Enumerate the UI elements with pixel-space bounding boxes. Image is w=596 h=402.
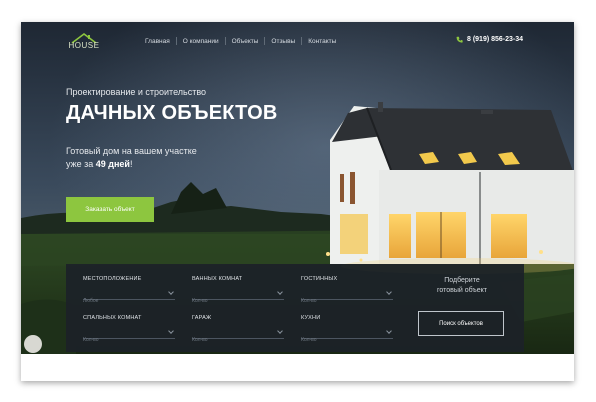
tagline-prefix: уже за: [66, 159, 96, 169]
nav-item-contacts[interactable]: Контакты: [302, 38, 342, 45]
filter-label: ГАРАЖ: [192, 315, 212, 321]
chevron-down-icon: [386, 289, 392, 295]
filter-label: ГОСТИННЫХ: [301, 276, 338, 282]
hero-subtitle: Проектирование и строительство: [66, 87, 207, 97]
select-value: Кол-во: [301, 298, 317, 304]
landing-page: HOUSE Главная О компании Объекты Отзывы …: [21, 22, 574, 381]
phone-link[interactable]: 8 (919) 856-23-34: [456, 36, 523, 43]
filter-living-rooms: ГОСТИННЫХ Кол-во: [301, 276, 393, 304]
filter-label: КУХНИ: [301, 315, 321, 321]
filter-location: МЕСТОПОЛОЖЕНИЕ Любое: [83, 276, 175, 304]
search-objects-button[interactable]: Поиск объектов: [418, 311, 504, 336]
phone-number: 8 (919) 856-23-34: [467, 36, 524, 43]
logo[interactable]: HOUSE: [66, 32, 102, 52]
filter-label: МЕСТОПОЛОЖЕНИЕ: [83, 276, 142, 282]
select-value: Кол-во: [192, 298, 208, 304]
bedrooms-select[interactable]: Кол-во: [83, 328, 175, 343]
nav-item-about[interactable]: О компании: [177, 38, 225, 45]
search-filter-panel: МЕСТОПОЛОЖЕНИЕ Любое ВАННЫХ КОМНАТ Кол-в…: [66, 264, 524, 352]
nav-item-reviews[interactable]: Отзывы: [265, 38, 301, 45]
select-value: Кол-во: [83, 337, 99, 343]
select-value: Кол-во: [301, 337, 317, 343]
hero-title: ДАЧНЫХ ОБЪЕКТОВ: [66, 102, 278, 124]
order-object-button[interactable]: Заказать объект: [66, 197, 154, 222]
phone-icon: [456, 36, 463, 43]
chevron-down-icon: [168, 328, 174, 334]
tagline-days: 49 дней: [95, 159, 130, 169]
filter-garage: ГАРАЖ Кол-во: [192, 315, 284, 343]
hero-tagline-days: уже за 49 дней!: [66, 159, 132, 169]
location-select[interactable]: Любое: [83, 289, 175, 304]
tagline-suffix: !: [129, 159, 133, 169]
select-value: Кол-во: [192, 337, 208, 343]
filter-bathrooms: ВАННЫХ КОМНАТ Кол-во: [192, 276, 284, 304]
next-section-edge: [21, 354, 574, 381]
chevron-down-icon: [277, 289, 283, 295]
nav-item-home[interactable]: Главная: [139, 38, 176, 45]
top-navbar: HOUSE Главная О компании Объекты Отзывы …: [21, 22, 574, 60]
hero-tagline: Готовый дом на вашем участке: [66, 146, 197, 156]
find-object-caption: Подберите готовый объект: [418, 276, 506, 296]
chevron-down-icon: [168, 289, 174, 295]
chevron-down-icon: [386, 328, 392, 334]
find-caption-line1: Подберите: [444, 277, 480, 284]
kitchens-select[interactable]: Кол-во: [301, 328, 393, 343]
filter-label: ВАННЫХ КОМНАТ: [192, 276, 243, 282]
logo-text: HOUSE: [68, 41, 100, 50]
bathrooms-select[interactable]: Кол-во: [192, 289, 284, 304]
find-caption-line2: готовый объект: [436, 287, 488, 294]
nav-item-objects[interactable]: Объекты: [226, 38, 265, 45]
filter-bedrooms: СПАЛЬНЫХ КОМНАТ Кол-во: [83, 315, 175, 343]
living-rooms-select[interactable]: Кол-во: [301, 289, 393, 304]
select-value: Любое: [83, 298, 99, 304]
filter-label: СПАЛЬНЫХ КОМНАТ: [83, 315, 142, 321]
chevron-down-icon: [277, 328, 283, 334]
garage-select[interactable]: Кол-во: [192, 328, 284, 343]
filter-kitchens: КУХНИ Кол-во: [301, 315, 393, 343]
main-nav: Главная О компании Объекты Отзывы Контак…: [139, 37, 342, 45]
